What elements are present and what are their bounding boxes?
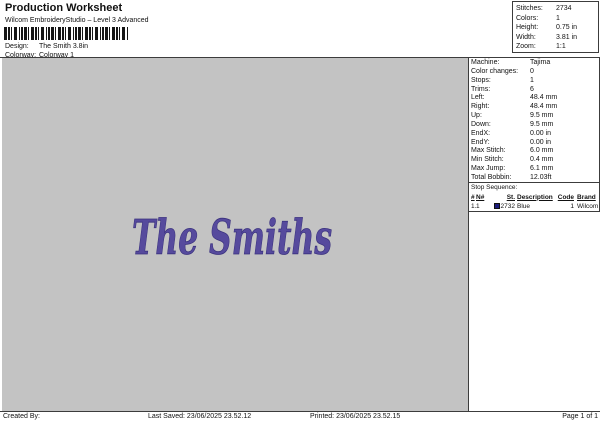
summary-label: Stitches: — [516, 5, 543, 12]
summary-row-width: Width: 3.81 in — [516, 33, 598, 43]
summary-value: 0.75 in — [556, 24, 578, 32]
embroidery-design-preview: The Smiths — [2, 58, 468, 411]
machine-row: Color changes: 0 — [471, 68, 599, 77]
footer-printed: Printed: 23/06/2025 23.52.15 — [310, 413, 401, 420]
machine-label: Max Jump: — [471, 165, 506, 173]
machine-value: 6 — [530, 85, 534, 93]
machine-row: Machine: Tajima — [471, 59, 599, 68]
stop-num: 1. — [471, 202, 477, 210]
machine-value: 6.0 mm — [530, 147, 554, 155]
col-header-needle: N# — [476, 193, 485, 201]
summary-value: 1:1 — [556, 43, 566, 51]
machine-label: Min Stitch: — [471, 156, 504, 164]
summary-label: Width: — [516, 33, 536, 41]
machine-value: 48.4 mm — [530, 94, 558, 102]
summary-label: Zoom: — [516, 43, 536, 51]
machine-row: Up: 9.5 mm — [471, 112, 599, 121]
machine-value: Tajima — [530, 59, 551, 66]
machine-value: 0.4 mm — [530, 156, 554, 164]
machine-label: Trims: — [471, 85, 491, 93]
machine-info-panel: Machine: Tajima Color changes: 0 Stops: 1 T… — [469, 58, 600, 183]
machine-row: Trims: 6 — [471, 86, 599, 95]
machine-label: Left: — [471, 94, 485, 102]
machine-value: 1 — [530, 76, 534, 84]
footer-created-by: Created By: — [3, 413, 40, 420]
summary-row-stitches: Stitches: 2734 — [516, 4, 598, 14]
col-header-code: Code — [557, 193, 574, 201]
col-header-stitches: St. — [506, 193, 515, 201]
machine-label: Stops: — [471, 76, 491, 84]
machine-label: Machine: — [471, 59, 500, 66]
design-summary-box: Stitches: 2734 Colors: 1 Height: 0.75 in Wi… — [512, 1, 599, 53]
machine-label: Up: — [471, 112, 482, 120]
summary-value: 2734 — [556, 5, 572, 12]
stop-needle: 1 — [476, 202, 480, 210]
stop-sequence-title: Stop Sequence: — [471, 184, 518, 191]
col-header-description: Description — [517, 193, 553, 201]
machine-value: 0.00 in — [530, 129, 552, 137]
machine-row: EndY: 0.00 in — [471, 139, 599, 148]
col-header-num: # — [471, 193, 475, 201]
machine-value: 48.4 mm — [530, 103, 558, 111]
page-title: Production Worksheet — [5, 2, 123, 14]
thread-color-swatch-icon — [493, 203, 500, 209]
summary-label: Height: — [516, 24, 539, 32]
stop-stitch-cell: 2732 — [489, 202, 515, 211]
machine-row: Max Jump: 6.1 mm — [471, 165, 599, 174]
machine-value: 6.1 mm — [530, 165, 554, 173]
machine-label: Max Stitch: — [471, 147, 506, 155]
summary-row-zoom: Zoom: 1:1 — [516, 42, 598, 52]
footer-last-saved: Last Saved: 23/06/2025 23.52.12 — [148, 413, 252, 420]
machine-value: 9.5 mm — [530, 112, 554, 120]
footer-divider — [0, 411, 600, 412]
design-preview-canvas: The Smiths — [2, 58, 468, 411]
stop-description: Blue — [517, 202, 531, 210]
stop-sequence-panel: Stop Sequence: # N# St. Description Code… — [469, 183, 600, 212]
stop-sequence-row: 1. 1 2732 Blue 1 Wilcom — [469, 202, 599, 211]
machine-label: Right: — [471, 103, 490, 111]
machine-label: Down: — [471, 120, 491, 128]
stop-brand: Wilcom — [577, 202, 599, 210]
summary-row-height: Height: 0.75 in — [516, 23, 598, 33]
summary-value: 1 — [556, 14, 560, 22]
summary-row-colors: Colors: 1 — [516, 14, 598, 24]
machine-row: Down: 9.5 mm — [471, 121, 599, 130]
design-label: Design: — [5, 43, 29, 50]
machine-row: Left: 48.4 mm — [471, 94, 599, 103]
machine-value: 12.03ft — [530, 173, 552, 181]
machine-row: EndX: 0.00 in — [471, 130, 599, 139]
design-value: The Smith 3.8in — [39, 43, 89, 50]
summary-label: Colors: — [516, 14, 539, 22]
machine-value: 9.5 mm — [530, 120, 554, 128]
stop-sequence-header-row: # N# St. Description Code Brand — [469, 193, 599, 202]
machine-row: Right: 48.4 mm — [471, 103, 599, 112]
machine-label: EndY: — [471, 138, 490, 146]
machine-label: Total Bobbin: — [471, 173, 512, 181]
machine-label: Color changes: — [471, 67, 519, 75]
machine-row: Total Bobbin: 12.03ft — [471, 174, 599, 183]
machine-label: EndX: — [471, 129, 491, 137]
machine-row: Min Stitch: 0.4 mm — [471, 156, 599, 165]
col-header-brand: Brand — [577, 193, 596, 201]
machine-row: Stops: 1 — [471, 77, 599, 86]
stop-code: 1 — [570, 202, 574, 210]
machine-row: Max Stitch: 6.0 mm — [471, 147, 599, 156]
footer-page-number: Page 1 of 1 — [562, 413, 598, 420]
machine-value: 0.00 in — [530, 138, 552, 146]
app-version-subtitle: Wilcom EmbroideryStudio – Level 3 Advanc… — [5, 17, 149, 24]
summary-value: 3.81 in — [556, 33, 578, 41]
design-name-row: Design: The Smith 3.8in — [5, 43, 88, 51]
design-text: The Smiths — [132, 210, 332, 266]
machine-value: 0 — [530, 67, 534, 75]
stop-stitch-count: 2732 — [500, 202, 515, 210]
barcode-icon — [4, 27, 128, 40]
